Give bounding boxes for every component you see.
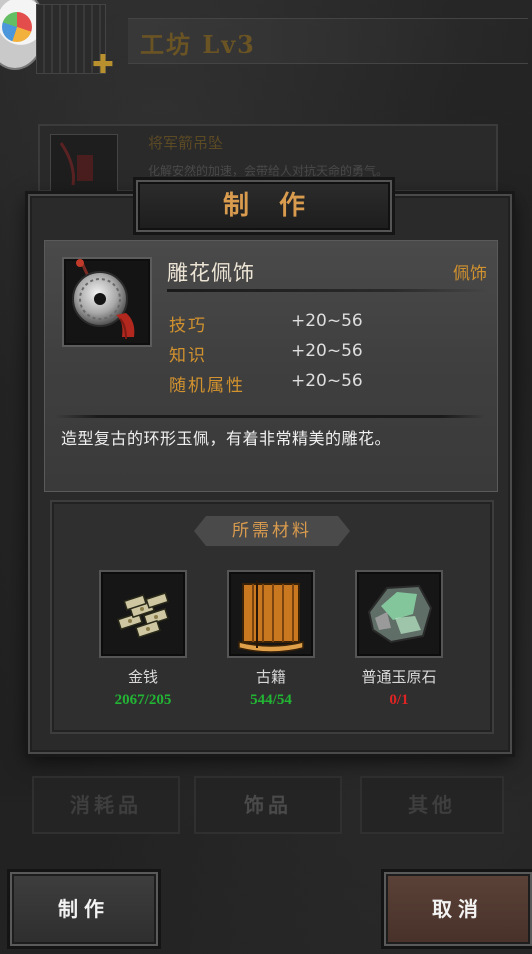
materials-header: 所需材料	[194, 516, 350, 546]
background-item-desc: 化解安然的加速，会带给人对抗天命的勇气。	[148, 164, 389, 178]
stat-name-skill: 技巧	[169, 316, 207, 336]
pendant-icon	[50, 134, 118, 192]
stat-value-random: +20~56	[291, 371, 363, 391]
background-item-name: 将军箭吊坠	[148, 134, 224, 152]
material-slot-money[interactable]: 金钱 2067/205	[98, 570, 188, 720]
ancient-scroll-icon	[227, 570, 315, 658]
tab-accessories[interactable]: 饰品	[194, 776, 342, 834]
tab-consumables[interactable]: 消耗品	[32, 776, 180, 834]
material-name-money: 金钱	[127, 668, 158, 686]
stat-name-knowledge: 知识	[169, 346, 207, 366]
material-name-ancient-books: 古籍	[255, 668, 286, 686]
materials-header-label: 所需材料	[232, 521, 312, 541]
raw-jade-stone-icon	[355, 570, 443, 658]
gold-money-icon	[99, 570, 187, 658]
workshop-title-bar: 工坊 Lv3	[128, 18, 528, 64]
jade-ring-pendant-icon	[62, 257, 152, 347]
materials-panel: 所需材料 金钱 2067/205 古籍 544/54 普通玉原石 0/1	[50, 500, 494, 734]
stat-value-knowledge: +20~56	[291, 341, 363, 361]
material-count-raw-jade: 0/1	[389, 692, 409, 708]
item-info-panel: 雕花佩饰 佩饰 技巧 +20~56 知识 +20~56 随机属性 +20~56 …	[44, 240, 498, 492]
plus-icon: ✚	[92, 50, 114, 80]
workshop-title: 工坊 Lv3	[140, 30, 256, 59]
item-description: 造型复古的环形玉佩，有着非常精美的雕花。	[61, 429, 392, 448]
name-divider	[167, 289, 489, 292]
material-name-raw-jade: 普通玉原石	[361, 668, 437, 686]
item-name: 雕花佩饰	[167, 261, 255, 285]
tab-other[interactable]: 其他	[360, 776, 504, 834]
material-count-ancient-books: 544/54	[250, 692, 292, 708]
description-divider	[55, 415, 485, 418]
avatar-swirl-icon	[2, 12, 32, 42]
stat-value-skill: +20~56	[291, 311, 363, 331]
item-category: 佩饰	[453, 264, 487, 284]
cancel-button[interactable]: 取消	[384, 872, 532, 946]
material-slot-ancient-books[interactable]: 古籍 544/54	[226, 570, 316, 720]
dialog-title-bar: 制作	[136, 180, 392, 232]
make-button[interactable]: 制作	[10, 872, 158, 946]
stat-name-random: 随机属性	[169, 376, 245, 396]
material-count-money: 2067/205	[114, 692, 172, 708]
dialog-title: 制作	[222, 191, 335, 221]
material-slot-raw-jade[interactable]: 普通玉原石 0/1	[354, 570, 444, 720]
